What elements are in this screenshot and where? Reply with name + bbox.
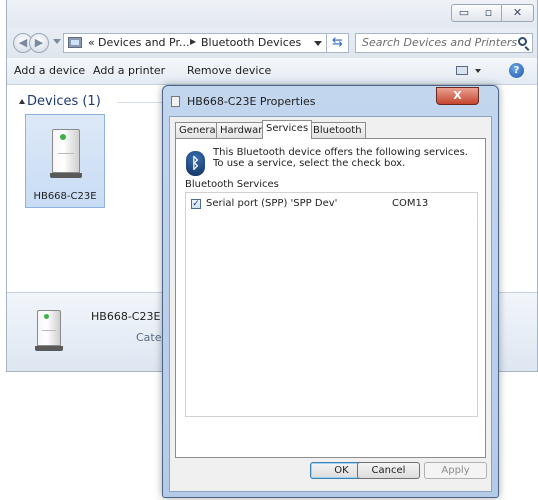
add-device-button[interactable]: Add a device <box>14 64 85 77</box>
minimize-button[interactable]: ▭ <box>451 4 477 22</box>
breadcrumb-devices-printers[interactable]: Devices and Pr... <box>98 36 189 49</box>
breadcrumb-separator[interactable]: ▶ <box>190 37 196 46</box>
services-list: ✓ Serial port (SPP) 'SPP Dev' COM13 <box>185 192 478 417</box>
add-printer-button[interactable]: Add a printer <box>93 64 165 77</box>
command-bar: Add a device Add a printer Remove device… <box>7 58 537 85</box>
group-divider <box>117 102 167 103</box>
help-icon[interactable]: ? <box>509 63 524 78</box>
breadcrumb-bluetooth-devices[interactable]: Bluetooth Devices <box>201 36 301 49</box>
devices-group-header[interactable]: Devices (1) <box>19 94 101 109</box>
collapse-triangle-icon[interactable] <box>19 99 25 104</box>
tab-services[interactable]: Services <box>262 120 313 139</box>
device-label: HB668-C23E <box>33 191 97 202</box>
device-title-icon <box>171 96 180 107</box>
dialog-body: General Hardware Services Bluetooth ᛒ Th… <box>169 116 492 492</box>
remove-device-button[interactable]: Remove device <box>187 64 271 77</box>
dialog-title: HB668-C23E Properties <box>187 95 316 108</box>
recent-pages-dropdown[interactable] <box>53 39 61 44</box>
address-dropdown-icon[interactable] <box>314 41 322 46</box>
device-box-icon <box>50 129 82 178</box>
apply-button[interactable]: Apply <box>424 462 487 479</box>
folder-icon <box>68 37 82 48</box>
device-box-icon <box>35 310 63 351</box>
device-tile[interactable]: HB668-C23E <box>25 114 105 208</box>
group-header-label: Devices (1) <box>27 94 101 109</box>
view-dropdown-icon[interactable] <box>475 69 481 73</box>
title-bar: ▭ ▫ ✕ <box>7 0 537 28</box>
search-input[interactable]: Search Devices and Printers <box>355 33 533 53</box>
service-port: COM13 <box>392 198 429 209</box>
search-icon[interactable] <box>518 37 527 46</box>
address-row: ◀ ▶ « Devices and Pr... ▶ Bluetooth Devi… <box>7 28 537 58</box>
close-button[interactable]: ✕ <box>502 4 534 22</box>
view-icon[interactable] <box>456 66 468 75</box>
services-tab-page: ᛒ This Bluetooth device offers the follo… <box>175 138 486 458</box>
bluetooth-services-label: Bluetooth Services <box>185 179 279 190</box>
address-bar[interactable]: « Devices and Pr... ▶ Bluetooth Devices <box>63 33 327 53</box>
dialog-close-button[interactable]: X <box>436 87 479 105</box>
checkbox-icon[interactable]: ✓ <box>191 199 201 209</box>
tab-bluetooth[interactable]: Bluetooth <box>309 122 366 138</box>
maximize-button[interactable]: ▫ <box>476 4 502 22</box>
refresh-icon[interactable]: ⇆ <box>327 33 349 53</box>
breadcrumb-overflow[interactable]: « <box>88 36 95 49</box>
detail-device-name: HB668-C23E <box>91 310 161 323</box>
services-info-text: This Bluetooth device offers the followi… <box>213 147 468 169</box>
forward-arrow-icon[interactable]: ▶ <box>29 33 49 53</box>
cancel-button[interactable]: Cancel <box>357 462 420 479</box>
bluetooth-icon: ᛒ <box>186 151 205 176</box>
search-placeholder: Search Devices and Printers <box>362 36 518 49</box>
service-name[interactable]: Serial port (SPP) 'SPP Dev' <box>206 198 337 209</box>
properties-dialog: HB668-C23E Properties X General Hardware… <box>162 85 499 498</box>
